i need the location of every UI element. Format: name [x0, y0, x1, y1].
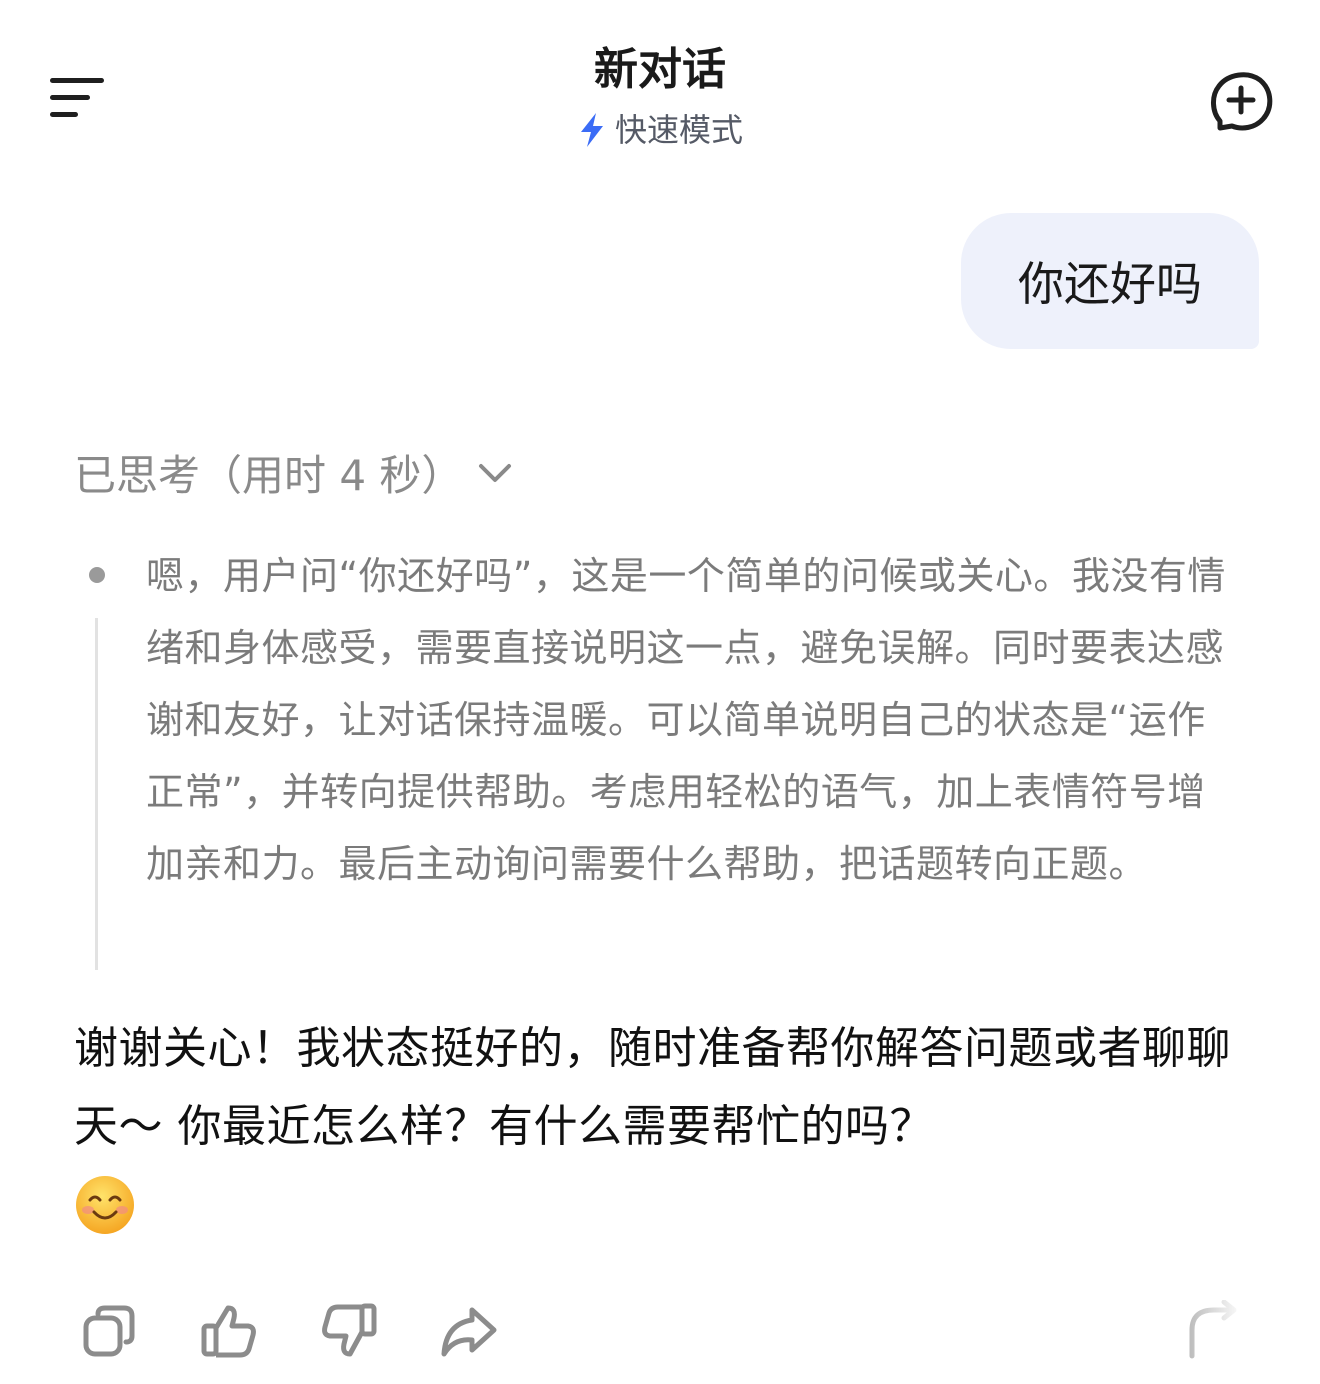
title-area: 新对话 快速模式	[0, 40, 1320, 152]
share-icon	[441, 1307, 497, 1357]
user-message-bubble: 你还好吗	[961, 213, 1259, 349]
message-actions	[0, 1290, 1320, 1370]
thumbs-up-icon	[201, 1305, 256, 1358]
lightning-icon	[580, 113, 603, 147]
share-button[interactable]	[438, 1300, 500, 1362]
thinking-divider	[95, 618, 98, 970]
bottom-fade-overlay	[1150, 1300, 1320, 1384]
thumbs-down-icon	[322, 1303, 377, 1357]
thinking-toggle-label: 已思考（用时 4 秒）	[74, 450, 464, 500]
copy-icon	[83, 1305, 135, 1357]
thinking-content: 嗯，用户问“你还好吗”，这是一个简单的问候或关心。我没有情绪和身体感受，需要直接…	[74, 540, 1254, 972]
new-chat-button[interactable]	[1206, 66, 1276, 136]
assistant-message-text: 谢谢关心！我状态挺好的，随时准备帮你解答问题或者聊聊天～ 你最近怎么样？有什么需…	[74, 1023, 1231, 1152]
like-button[interactable]	[198, 1300, 260, 1362]
assistant-message: 谢谢关心！我状态挺好的，随时准备帮你解答问题或者聊聊天～ 你最近怎么样？有什么需…	[74, 1010, 1250, 1236]
top-bar: 新对话 快速模式	[0, 0, 1320, 170]
dislike-button[interactable]	[318, 1300, 380, 1362]
mode-label: 快速模式	[614, 111, 743, 149]
smiling-face-emoji	[76, 1176, 134, 1234]
thinking-toggle[interactable]: 已思考（用时 4 秒）	[74, 440, 515, 504]
page-title: 新对话	[594, 44, 726, 95]
new-chat-icon	[1211, 72, 1273, 131]
bullet-dot	[89, 567, 105, 583]
thinking-text: 嗯，用户问“你还好吗”，这是一个简单的问候或关心。我没有情绪和身体感受，需要直接…	[146, 554, 1226, 886]
copy-button[interactable]	[78, 1300, 140, 1362]
chevron-down-icon	[479, 464, 512, 482]
user-message-text: 你还好吗	[1018, 257, 1202, 311]
mode-indicator[interactable]: 快速模式	[577, 108, 743, 152]
